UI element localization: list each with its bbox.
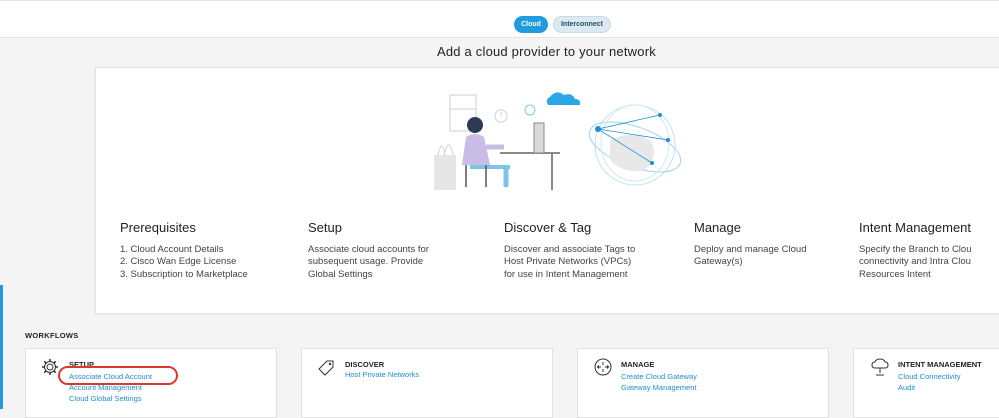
host-private-networks-link[interactable]: Host Private Networks (345, 370, 419, 379)
cloud-connectivity-icon (871, 358, 889, 376)
left-accent-bar (0, 285, 3, 409)
page-title: Add a cloud provider to your network (437, 44, 656, 59)
step-text: Deploy and manage Cloud Gateway(s) (694, 244, 807, 268)
step-heading: Intent Management (859, 220, 972, 235)
gateway-icon (594, 358, 612, 376)
cloud-connectivity-link[interactable]: Cloud Connectivity (898, 372, 961, 381)
gear-icon (42, 359, 58, 375)
tag-icon (318, 360, 334, 376)
step-text: Associate cloud accounts for subsequent … (308, 244, 429, 280)
step-text: Discover and associate Tags to Host Priv… (504, 244, 636, 280)
step-heading: Prerequisites (120, 220, 196, 235)
highlight-annotation (58, 366, 178, 385)
gateway-management-link[interactable]: Gateway Management (621, 383, 696, 392)
step-intent-management: Intent Management Specify the Branch to … (859, 220, 999, 281)
create-cloud-gateway-link[interactable]: Create Cloud Gateway (621, 372, 697, 381)
step-heading: Setup (308, 220, 342, 235)
step-text: Specify the Branch to Clou connectivity … (859, 244, 972, 280)
step-discover-tag: Discover & Tag Discover and associate Ta… (504, 220, 635, 281)
workflows-label: WORKFLOWS (25, 331, 79, 340)
top-bar: Cloud Interconnect (0, 0, 999, 38)
workflow-card-manage: MANAGE Create Cloud Gateway Gateway Mana… (577, 348, 829, 418)
card-title: MANAGE (621, 360, 655, 369)
card-title: DISCOVER (345, 360, 385, 369)
step-manage: Manage Deploy and manage Cloud Gateway(s… (694, 220, 807, 269)
audit-link[interactable]: Audit (898, 383, 915, 392)
interconnect-toggle[interactable]: Interconnect (553, 16, 611, 33)
workflow-card-discover: DISCOVER Host Private Networks (301, 348, 553, 418)
workflow-card-intent-management: INTENT MANAGEMENT Cloud Connectivity Aud… (853, 348, 999, 418)
card-title: INTENT MANAGEMENT (898, 360, 982, 369)
step-prerequisites: Prerequisites 1. Cloud Account Details 2… (120, 220, 248, 281)
step-setup: Setup Associate cloud accounts for subse… (308, 220, 429, 281)
cloud-global-settings-link[interactable]: Cloud Global Settings (69, 394, 142, 403)
step-heading: Manage (694, 220, 741, 235)
cloud-network-illustration (434, 92, 682, 190)
step-heading: Discover & Tag (504, 220, 592, 235)
step-text: 1. Cloud Account Details 2. Cisco Wan Ed… (120, 244, 248, 280)
cloud-toggle[interactable]: Cloud (514, 16, 548, 33)
